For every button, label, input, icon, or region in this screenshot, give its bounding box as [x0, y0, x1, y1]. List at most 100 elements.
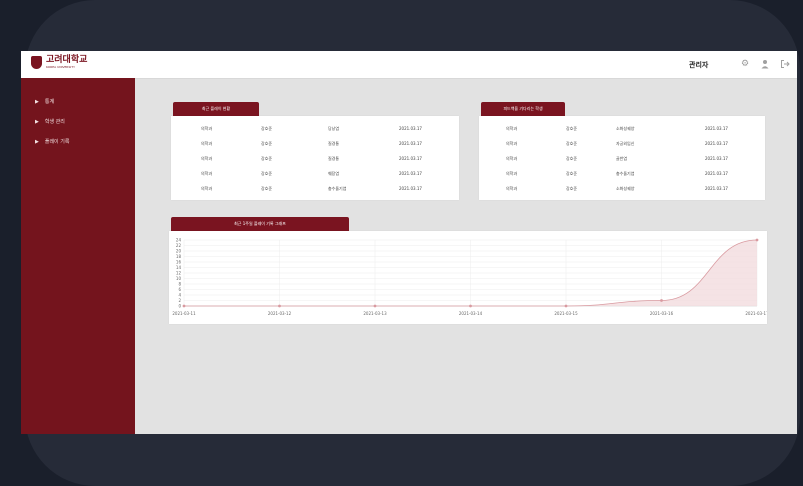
sidebar-item-label: 통계 [44, 99, 55, 105]
case-cell: 충수돌기염 [616, 171, 635, 176]
name-cell: 강호준 [566, 171, 578, 176]
y-tick-label: 10 [176, 276, 182, 281]
case-cell: 당낭염 [328, 126, 340, 131]
dept-cell: 의학과 [506, 186, 518, 191]
y-tick-label: 2 [178, 298, 181, 303]
date-cell: 2021.03.17 [399, 171, 422, 176]
date-cell: 2021.03.17 [399, 186, 422, 191]
x-tick-label: 2021-03-17 [745, 311, 767, 316]
recent-play-tab: 최근 플레이 현황 [173, 102, 259, 116]
date-cell: 2021.03.17 [705, 141, 728, 146]
name-cell: 강호준 [261, 126, 273, 131]
x-tick-label: 2021-03-11 [172, 311, 196, 316]
dept-cell: 의학과 [201, 171, 213, 176]
y-tick-label: 0 [178, 303, 181, 308]
date-cell: 2021.03.17 [705, 156, 728, 161]
data-point [278, 304, 281, 308]
name-cell: 강호준 [566, 141, 578, 146]
table-row[interactable]: 의학과 강호준 골반염 2021.03.17 [479, 156, 765, 166]
feedback-waiting-panel: 의학과 강호준 소화성궤양 2021.03.17 의학과 강호준 자궁외임신 2021.03.… [479, 116, 765, 200]
data-point [182, 304, 186, 308]
x-tick-label: 2021-03-16 [650, 311, 674, 316]
name-cell: 강호준 [261, 156, 273, 161]
data-point [660, 299, 663, 302]
sidebar-item-stats[interactable]: ▶ 통계 [35, 98, 55, 106]
y-tick-label: 6 [178, 287, 181, 292]
user-icon[interactable] [760, 59, 770, 69]
chart-panel: 0 2 4 6 8 10 12 14 16 18 20 22 24 2021-03-11 2021-03-1… [169, 231, 767, 324]
case-cell: 췌장염 [328, 171, 340, 176]
name-cell: 강호준 [261, 141, 273, 146]
case-cell: 골반염 [616, 156, 628, 161]
data-point [373, 304, 377, 308]
x-tick-label: 2021-03-13 [363, 311, 387, 316]
case-cell: 자궁외임신 [616, 141, 635, 146]
date-cell: 2021.03.17 [399, 156, 422, 161]
y-tick-label: 14 [176, 265, 182, 270]
triangle-right-icon: ▶ [35, 138, 39, 145]
case-cell: 충수돌기염 [328, 186, 347, 191]
crest-icon [31, 56, 42, 69]
date-cell: 2021.03.17 [399, 126, 422, 131]
name-cell: 강호준 [566, 156, 578, 161]
table-row[interactable]: 의학과 강호준 충수돌기염 2021.03.17 [171, 186, 459, 196]
dept-cell: 의학과 [201, 141, 213, 146]
logout-icon[interactable] [780, 59, 790, 69]
dept-cell: 의학과 [506, 156, 518, 161]
table-row[interactable]: 의학과 강호준 충수돌기염 2021.03.17 [479, 171, 765, 181]
gear-icon[interactable]: ⚙ [740, 59, 750, 69]
name-cell: 강호준 [566, 186, 578, 191]
sidebar: ▶ 통계 ▶ 학생 관리 ▶ 플레이 기록 [21, 78, 135, 434]
x-tick-label: 2021-03-15 [554, 311, 578, 316]
case-cell: 질경통 [328, 156, 340, 161]
date-cell: 2021.03.17 [705, 126, 728, 131]
date-cell: 2021.03.17 [705, 171, 728, 176]
x-tick-label: 2021-03-12 [268, 311, 292, 316]
recent-play-panel: 의학과 강호준 당낭염 2021.03.17 의학과 강호준 질경통 2021.03.17 의학… [171, 116, 459, 200]
y-tick-label: 12 [176, 270, 182, 275]
dept-cell: 의학과 [201, 186, 213, 191]
x-tick-label: 2021-03-14 [459, 311, 483, 316]
case-cell: 소화성궤양 [616, 126, 635, 131]
dept-cell: 의학과 [201, 156, 213, 161]
y-tick-label: 4 [178, 292, 181, 297]
dept-cell: 의학과 [506, 141, 518, 146]
table-row[interactable]: 의학과 강호준 당낭염 2021.03.17 [171, 126, 459, 136]
feedback-waiting-tab: 피드백을 기다리는 학생 [481, 102, 565, 116]
table-row[interactable]: 의학과 강호준 소화성궤양 2021.03.17 [479, 126, 765, 136]
y-tick-label: 24 [176, 237, 182, 242]
table-row[interactable]: 의학과 강호준 질경통 2021.03.17 [171, 141, 459, 151]
logo-subtitle: KOREA UNIVERSITY [46, 65, 75, 69]
date-cell: 2021.03.17 [705, 186, 728, 191]
table-row[interactable]: 의학과 강호준 소화성궤양 2021.03.17 [479, 186, 765, 196]
chart-tab: 최근 1주일 플레이 기록 그래프 [171, 217, 349, 231]
y-tick-label: 16 [176, 259, 182, 264]
y-tick-label: 18 [176, 254, 182, 259]
name-cell: 강호준 [566, 126, 578, 131]
triangle-right-icon: ▶ [35, 118, 39, 125]
top-bar: 고려대학교 KOREA UNIVERSITY 관리자 ⚙ [21, 51, 797, 79]
data-point [469, 304, 472, 308]
sidebar-item-play-records[interactable]: ▶ 플레이 기록 [35, 138, 70, 146]
sidebar-item-label: 플레이 기록 [44, 139, 70, 145]
name-cell: 강호준 [261, 171, 273, 176]
dept-cell: 의학과 [506, 126, 518, 131]
dept-cell: 의학과 [506, 171, 518, 176]
case-cell: 소화성궤양 [616, 186, 635, 191]
table-row[interactable]: 의학과 강호준 자궁외임신 2021.03.17 [479, 141, 765, 151]
sidebar-item-students[interactable]: ▶ 학생 관리 [35, 118, 65, 126]
y-tick-label: 22 [176, 243, 182, 248]
data-point [564, 304, 568, 308]
play-record-chart: 0246810121416182022242021-03-11 2021-03-1… [172, 237, 767, 316]
table-row[interactable]: 의학과 강호준 췌장염 2021.03.17 [171, 171, 459, 181]
table-row[interactable]: 의학과 강호준 질경통 2021.03.17 [171, 156, 459, 166]
sidebar-item-label: 학생 관리 [44, 119, 65, 125]
date-cell: 2021.03.17 [399, 141, 422, 146]
logo-title: 고려대학교 [46, 55, 88, 65]
y-tick-label: 8 [178, 281, 181, 286]
user-role-label: 관리자 [689, 61, 709, 69]
university-logo[interactable]: 고려대학교 KOREA UNIVERSITY [31, 56, 87, 69]
app-screen: 고려대학교 KOREA UNIVERSITY 관리자 ⚙ ▶ 통계 ▶ 학생 관… [21, 51, 797, 434]
y-tick-label: 20 [176, 248, 182, 253]
case-cell: 질경통 [328, 141, 340, 146]
